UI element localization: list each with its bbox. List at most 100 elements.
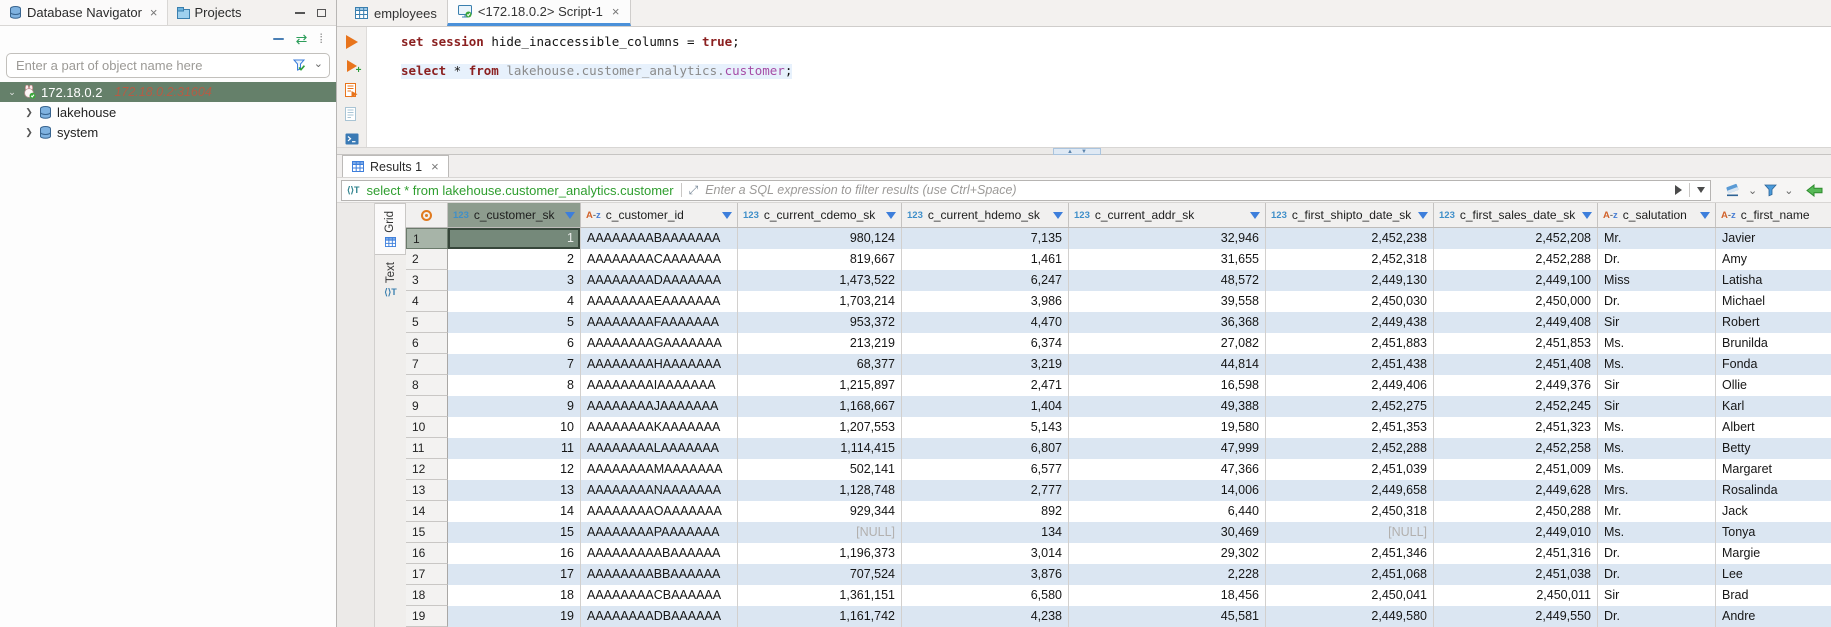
grid-cell[interactable]: 47,999	[1069, 438, 1266, 459]
grid-cell[interactable]: AAAAAAAALAAAAAAA	[581, 438, 738, 459]
grid-cell[interactable]: 2,452,275	[1266, 396, 1434, 417]
grid-cell[interactable]: AAAAAAAADAAAAAAA	[581, 270, 738, 291]
grid-cell[interactable]: 1,207,553	[738, 417, 902, 438]
grid-cell[interactable]: 1,114,415	[738, 438, 902, 459]
grid-cell[interactable]: 980,124	[738, 228, 902, 249]
grid-cell[interactable]: 2,451,408	[1434, 354, 1598, 375]
grid-cell[interactable]: 2,449,100	[1434, 270, 1598, 291]
grid-cell[interactable]: 47,366	[1069, 459, 1266, 480]
grid-cell[interactable]: Michael	[1716, 291, 1831, 312]
expander-icon[interactable]: ❯	[24, 127, 34, 138]
grid-cell[interactable]: AAAAAAAAGAAAAAAA	[581, 333, 738, 354]
grid-cell[interactable]: [NULL]	[738, 522, 902, 543]
maximize-icon[interactable]	[317, 9, 326, 17]
grid-cell[interactable]: 44,814	[1069, 354, 1266, 375]
tab-script-1[interactable]: <172.18.0.2> Script-1 ×	[447, 0, 631, 26]
grid-cell[interactable]: AAAAAAAADBAAAAAA	[581, 606, 738, 627]
grid-cell[interactable]: AAAAAAAAKAAAAAAA	[581, 417, 738, 438]
grid-cell[interactable]: 2,451,009	[1434, 459, 1598, 480]
grid-cell[interactable]: Amy	[1716, 249, 1831, 270]
grid-cell[interactable]: Betty	[1716, 438, 1831, 459]
grid-cell[interactable]: Dr.	[1598, 543, 1716, 564]
grid-cell[interactable]: 2,451,316	[1434, 543, 1598, 564]
chevron-down-icon[interactable]: ⌄	[1784, 184, 1793, 197]
grid-cell[interactable]: 2,450,000	[1434, 291, 1598, 312]
grid-cell[interactable]: 2,452,208	[1434, 228, 1598, 249]
grid-cell[interactable]: Dr.	[1598, 564, 1716, 585]
grid-cell[interactable]: Dr.	[1598, 606, 1716, 627]
grid-cell[interactable]: Ms.	[1598, 333, 1716, 354]
explain-plan-icon[interactable]	[343, 107, 361, 123]
row-number[interactable]: 18	[406, 585, 448, 606]
sash-control[interactable]: ▲▼	[1053, 148, 1101, 155]
grid-cell[interactable]: AAAAAAAAIAAAAAAA	[581, 375, 738, 396]
link-with-editor-icon[interactable]: ⇄	[296, 32, 308, 46]
sort-dropdown-icon[interactable]	[1250, 212, 1260, 219]
grid-cell[interactable]: AAAAAAAAJAAAAAAA	[581, 396, 738, 417]
grid-cell[interactable]: 1,361,151	[738, 585, 902, 606]
grid-cell[interactable]: 11	[448, 438, 581, 459]
close-icon[interactable]: ×	[150, 5, 158, 20]
grid-cell[interactable]: AAAAAAAAPAAAAAAA	[581, 522, 738, 543]
grid-cell[interactable]: AAAAAAAAHAAAAAAA	[581, 354, 738, 375]
grid-cell[interactable]: 1	[448, 228, 581, 249]
grid-cell[interactable]: AAAAAAAANAAAAAAA	[581, 480, 738, 501]
grid-cell[interactable]: 17	[448, 564, 581, 585]
grid-cell[interactable]: Mrs.	[1598, 480, 1716, 501]
column-header-c_first_sales_date_sk[interactable]: 123c_first_sales_date_sk	[1434, 203, 1598, 227]
grid-cell[interactable]: 12	[448, 459, 581, 480]
column-header-c_current_hdemo_sk[interactable]: 123c_current_hdemo_sk	[902, 203, 1069, 227]
expander-icon[interactable]: ❯	[24, 107, 34, 118]
grid-cell[interactable]: 2,449,438	[1266, 312, 1434, 333]
grid-cell[interactable]: 18,456	[1069, 585, 1266, 606]
row-number[interactable]: 16	[406, 543, 448, 564]
grid-cell[interactable]: 3,219	[902, 354, 1069, 375]
grid-cell[interactable]: 6,440	[1069, 501, 1266, 522]
grid-cell[interactable]: Dr.	[1598, 291, 1716, 312]
grid-cell[interactable]: 2,450,288	[1434, 501, 1598, 522]
grid-cell[interactable]: Latisha	[1716, 270, 1831, 291]
column-header-c_first_shipto_date_sk[interactable]: 123c_first_shipto_date_sk	[1266, 203, 1434, 227]
minimize-icon[interactable]	[295, 12, 305, 14]
grid-cell[interactable]: Albert	[1716, 417, 1831, 438]
grid-cell[interactable]: AAAAAAAACAAAAAAA	[581, 249, 738, 270]
grid-cell[interactable]: 502,141	[738, 459, 902, 480]
grid-cell[interactable]: 2,452,288	[1434, 249, 1598, 270]
grid-cell[interactable]: 1,473,522	[738, 270, 902, 291]
grid-cell[interactable]: Ms.	[1598, 438, 1716, 459]
grid-cell[interactable]: Sir	[1598, 312, 1716, 333]
grid-cell[interactable]: Ms.	[1598, 522, 1716, 543]
grid-cell[interactable]: 2,451,353	[1266, 417, 1434, 438]
row-number[interactable]: 5	[406, 312, 448, 333]
grid-cell[interactable]: AAAAAAAAFAAAAAAA	[581, 312, 738, 333]
grid-cell[interactable]: 213,219	[738, 333, 902, 354]
grid-cell[interactable]: Fonda	[1716, 354, 1831, 375]
row-number[interactable]: 8	[406, 375, 448, 396]
grid-cell[interactable]: 5,143	[902, 417, 1069, 438]
grid-cell[interactable]: 36,368	[1069, 312, 1266, 333]
grid-cell[interactable]: 6,247	[902, 270, 1069, 291]
filter-funnel-icon[interactable]	[293, 59, 306, 72]
grid-cell[interactable]: 1,161,742	[738, 606, 902, 627]
grid-cell[interactable]: AAAAAAAACBAAAAAA	[581, 585, 738, 606]
grid-cell[interactable]: 2,451,853	[1434, 333, 1598, 354]
grid-cell[interactable]: 2,452,258	[1434, 438, 1598, 459]
grid-cell[interactable]: Mr.	[1598, 228, 1716, 249]
grid-cell[interactable]: 30,469	[1069, 522, 1266, 543]
column-header-c_first_name[interactable]: A-zc_first_name	[1716, 203, 1831, 227]
grid-cell[interactable]: 14,006	[1069, 480, 1266, 501]
grid-cell[interactable]: Margaret	[1716, 459, 1831, 480]
grid-cell[interactable]: 707,524	[738, 564, 902, 585]
grid-cell[interactable]: Jack	[1716, 501, 1831, 522]
row-number[interactable]: 7	[406, 354, 448, 375]
tab-projects[interactable]: Projects	[168, 0, 251, 25]
grid-cell[interactable]: 48,572	[1069, 270, 1266, 291]
filters-funnel-icon[interactable]	[1764, 184, 1777, 197]
execute-new-tab-icon[interactable]: +	[343, 58, 361, 74]
close-icon[interactable]: ×	[431, 159, 439, 174]
object-filter-input[interactable]	[6, 53, 330, 78]
execute-statement-icon[interactable]	[343, 34, 361, 50]
grid-cell[interactable]: 2,450,030	[1266, 291, 1434, 312]
grid-cell[interactable]: AAAAAAAABAAAAAAA	[581, 228, 738, 249]
sort-dropdown-icon[interactable]	[886, 212, 896, 219]
